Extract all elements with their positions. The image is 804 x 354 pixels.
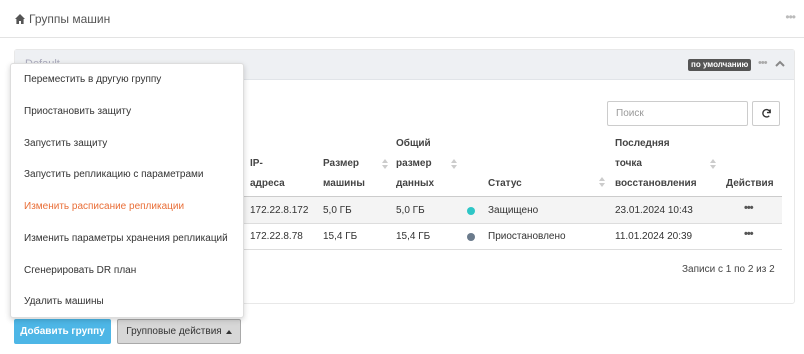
menu-item-delete-machines[interactable]: Удалить машины	[24, 295, 104, 309]
more-dots-icon[interactable]: •••	[758, 57, 768, 69]
cell-status: Защищено	[488, 205, 539, 216]
row-actions-icon[interactable]: •••	[744, 228, 754, 240]
page-title: Группы машин	[29, 12, 111, 26]
menu-item-generate-dr-plan[interactable]: Сгенерировать DR план	[24, 264, 136, 278]
menu-item-move-group[interactable]: Переместить в другую группу	[24, 73, 161, 87]
records-info: Записи с 1 по 2 из 2	[682, 264, 775, 275]
home-icon	[15, 14, 25, 24]
cell-ip: 172.22.8.172	[250, 205, 309, 216]
menu-item-pause-protection[interactable]: Приостановить защиту	[24, 105, 131, 119]
group-actions-menu: Переместить в другую группу Приостановит…	[10, 63, 244, 318]
sort-icon[interactable]	[451, 159, 457, 169]
cell-size: 5,0 ГБ	[323, 205, 352, 216]
caret-up-icon	[225, 329, 232, 334]
col-header-actions: Действия	[726, 178, 774, 189]
cell-last-point: 11.01.2024 20:39	[615, 231, 693, 242]
more-dots-icon[interactable]: •••	[785, 10, 796, 24]
add-group-button[interactable]: Добавить группу	[14, 319, 111, 344]
cell-size: 15,4 ГБ	[323, 231, 358, 242]
header-divider	[0, 37, 804, 38]
status-dot	[467, 207, 475, 215]
chevron-up-icon[interactable]	[775, 59, 785, 69]
row-divider	[244, 249, 782, 250]
cell-last-point: 23.01.2024 10:43	[615, 205, 693, 216]
col-header-size[interactable]: Размер машины	[323, 154, 365, 194]
refresh-icon	[761, 108, 771, 118]
col-header-status[interactable]: Статус	[488, 174, 522, 194]
col-header-data[interactable]: Общий размер данных	[396, 134, 434, 194]
cell-status: Приостановлено	[488, 231, 566, 242]
sort-icon[interactable]	[710, 159, 716, 169]
col-header-ip[interactable]: IP-адреса	[250, 154, 285, 194]
refresh-button[interactable]	[752, 101, 780, 126]
status-dot	[467, 233, 475, 241]
menu-item-start-protection[interactable]: Запустить защиту	[24, 137, 107, 151]
default-badge: по умолчанию	[688, 59, 752, 71]
group-actions-button[interactable]: Групповые действия	[117, 319, 241, 344]
row-divider	[244, 223, 782, 224]
cell-data-size: 5,0 ГБ	[396, 205, 425, 216]
group-actions-label: Групповые действия	[126, 326, 222, 337]
page-header: Группы машин	[14, 11, 110, 27]
col-header-last-point[interactable]: Последняя точка восстановления	[615, 134, 697, 194]
cell-data-size: 15,4 ГБ	[396, 231, 431, 242]
menu-item-change-schedule[interactable]: Изменить расписание репликации	[24, 200, 184, 214]
sort-icon[interactable]	[382, 159, 388, 169]
menu-item-start-replication[interactable]: Запустить репликацию с параметрами	[24, 168, 204, 182]
search-input[interactable]: Поиск	[607, 101, 748, 126]
cell-ip: 172.22.8.78	[250, 231, 303, 242]
row-actions-icon[interactable]: •••	[744, 202, 754, 214]
sort-icon[interactable]	[599, 177, 605, 187]
menu-item-retention-settings[interactable]: Изменить параметры хранения репликаций	[24, 232, 228, 246]
